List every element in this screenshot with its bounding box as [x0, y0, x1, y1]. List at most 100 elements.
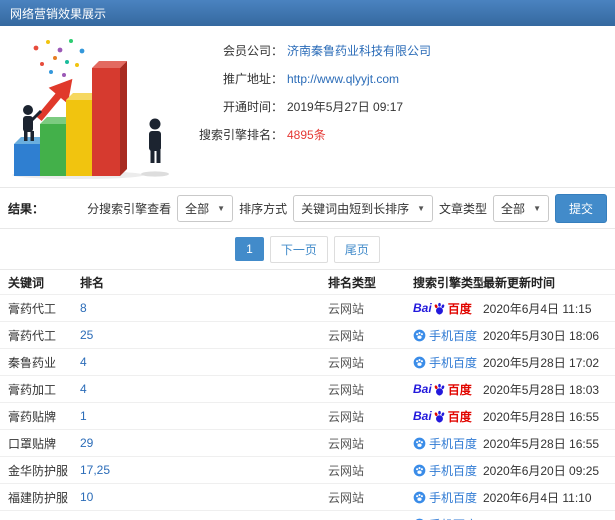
engine-cell: 手机百度	[413, 462, 483, 479]
update-time-cell: 2020年6月20日 09:25	[483, 463, 600, 478]
header-rank-type: 排名类型	[328, 275, 377, 290]
article-type-value: 全部	[501, 201, 526, 216]
header-engine-type: 搜索引擎类型	[413, 275, 483, 290]
rank-link[interactable]: 4	[80, 355, 87, 369]
mobile-baidu-logo: 手机百度	[413, 462, 477, 479]
bar-chart-illustration	[8, 34, 183, 179]
engine-cell: Bai 百度	[413, 408, 483, 425]
rank-type-cell: 云网站	[328, 328, 365, 343]
rank-link[interactable]: 4	[80, 382, 87, 396]
mobile-baidu-logo: 手机百度	[413, 435, 477, 452]
keyword-cell: 福建防护服	[8, 490, 69, 505]
mobile-baidu-icon	[413, 329, 426, 341]
table-row-partial: 手机百度	[0, 511, 615, 520]
company-link[interactable]: 济南秦鲁药业科技有限公司	[287, 42, 431, 60]
mobile-baidu-icon	[413, 464, 426, 476]
open-time-value: 2019年5月27日 09:17	[287, 100, 404, 114]
rank-link[interactable]: 1	[80, 409, 87, 423]
rank-link[interactable]: 25	[80, 328, 93, 342]
update-time-cell: 2020年6月4日 11:10	[483, 490, 592, 505]
mobile-baidu-logo: 手机百度	[413, 489, 477, 506]
table-row: 口罩贴牌 29 云网站 手机百度 2020年5月28日 16:55	[0, 430, 615, 457]
rank-link[interactable]: 29	[80, 436, 93, 450]
engine-rank-count: 4895条	[287, 128, 326, 142]
rank-type-cell: 云网站	[328, 409, 365, 424]
results-label: 结果：	[8, 201, 45, 216]
article-type-select[interactable]: 全部 ▼	[493, 194, 549, 222]
keyword-cell: 口罩贴牌	[8, 436, 57, 451]
company-row: 会员公司： 济南秦鲁药业科技有限公司	[183, 42, 607, 60]
chevron-down-icon: ▼	[533, 203, 541, 213]
table-row: 秦鲁药业 4 云网站 手机百度 2020年5月28日 17:02	[0, 349, 615, 376]
businessman-right	[141, 118, 169, 177]
mobile-baidu-logo: 手机百度	[413, 516, 477, 520]
engine-cell: Bai 百度	[413, 381, 483, 398]
rank-type-cell: 云网站	[328, 382, 365, 397]
table-header-row: 关键词 排名 排名类型 搜索引擎类型 最新更新时间	[0, 270, 615, 295]
mobile-baidu-icon	[413, 356, 426, 368]
header-rank: 排名	[80, 275, 105, 290]
promo-url-label: 推广地址：	[222, 72, 283, 86]
update-time-cell: 2020年5月30日 18:06	[483, 328, 600, 343]
baidu-paw-icon	[433, 383, 445, 395]
sort-filter-value: 关键词由短到长排序	[301, 201, 410, 216]
last-page-button[interactable]: 尾页	[333, 235, 380, 263]
promo-url-row: 推广地址： http://www.qlyyjt.com	[183, 70, 607, 88]
submit-button[interactable]: 提交	[554, 193, 607, 223]
company-label: 会员公司：	[222, 44, 283, 58]
header-update-time: 最新更新时间	[483, 275, 556, 290]
promo-url-link[interactable]: http://www.qlyyjt.com	[287, 70, 399, 88]
engine-cell: 手机百度	[413, 435, 483, 452]
engine-filter-select[interactable]: 全部 ▼	[177, 194, 234, 222]
rank-link[interactable]: 8	[80, 301, 87, 315]
filter-bar: 结果： 分搜索引擎查看 全部 ▼ 排序方式 关键词由短到长排序 ▼ 文章类型 全…	[0, 188, 615, 228]
update-time-cell: 2020年5月28日 18:03	[483, 382, 600, 397]
engine-filter-label: 分搜索引擎查看	[87, 201, 172, 216]
engine-cell: 手机百度	[413, 516, 483, 520]
update-time-cell: 2020年5月28日 16:55	[483, 409, 600, 424]
rank-type-cell: 云网站	[328, 463, 365, 478]
engine-cell: 手机百度	[413, 354, 483, 371]
pagination: 1 下一页 尾页	[0, 229, 615, 269]
table-row: 金华防护服 17,25 云网站 手机百度 2020年6月20日 09:25	[0, 457, 615, 484]
confetti-dots	[33, 39, 85, 77]
chevron-down-icon: ▼	[217, 203, 226, 213]
baidu-logo: Bai 百度	[413, 382, 472, 397]
chevron-down-icon: ▼	[417, 203, 426, 213]
baidu-logo: Bai 百度	[413, 409, 472, 424]
info-panel: 会员公司： 济南秦鲁药业科技有限公司 推广地址： http://www.qlyy…	[0, 26, 615, 187]
rank-link[interactable]: 10	[80, 490, 93, 504]
businessman-left	[23, 105, 43, 141]
header-keyword: 关键词	[8, 275, 45, 290]
update-time-cell: 2020年5月28日 16:55	[483, 436, 600, 451]
sort-filter-select[interactable]: 关键词由短到长排序 ▼	[293, 194, 434, 222]
rank-type-cell: 云网站	[328, 301, 365, 316]
rank-type-cell: 云网站	[328, 355, 365, 370]
app-window: 网络营销效果展示 会员公司： 济南秦鲁药业科技有限公司 推广地址： http:/…	[0, 0, 615, 520]
engine-cell: Bai 百度	[413, 300, 483, 317]
rank-type-cell: 云网站	[328, 436, 365, 451]
keyword-cell: 膏药贴牌	[8, 409, 57, 424]
keyword-cell: 膏药加工	[8, 382, 57, 397]
article-type-label: 文章类型	[439, 201, 488, 216]
table-row: 膏药代工 8 云网站 Bai 百度 2020年6月4日 11:15	[0, 295, 615, 322]
table-row: 膏药贴牌 1 云网站 Bai 百度 2020年5月28日 16:55	[0, 403, 615, 430]
filter-group: 分搜索引擎查看 全部 ▼ 排序方式 关键词由短到长排序 ▼ 文章类型 全部 ▼ …	[87, 193, 607, 223]
page-title: 网络营销效果展示	[10, 6, 107, 21]
update-time-cell: 2020年5月28日 17:02	[483, 355, 600, 370]
baidu-logo: Bai 百度	[413, 301, 472, 316]
engine-cell: 手机百度	[413, 327, 483, 344]
open-time-row: 开通时间： 2019年5月27日 09:17	[183, 98, 607, 116]
mobile-baidu-icon	[413, 437, 426, 449]
next-page-button[interactable]: 下一页	[269, 235, 328, 263]
keyword-cell: 膏药代工	[8, 301, 57, 316]
baidu-paw-icon	[433, 410, 445, 422]
titlebar: 网络营销效果展示	[0, 0, 615, 26]
rank-link[interactable]: 17,25	[80, 463, 110, 477]
table-row: 福建防护服 10 云网站 手机百度 2020年6月4日 11:10	[0, 484, 615, 511]
member-info: 会员公司： 济南秦鲁药业科技有限公司 推广地址： http://www.qlyy…	[183, 34, 607, 179]
baidu-paw-icon	[433, 302, 445, 314]
mobile-baidu-logo: 手机百度	[413, 327, 477, 344]
page-current[interactable]: 1	[235, 237, 264, 261]
engine-rank-label: 搜索引擎排名：	[198, 128, 283, 142]
